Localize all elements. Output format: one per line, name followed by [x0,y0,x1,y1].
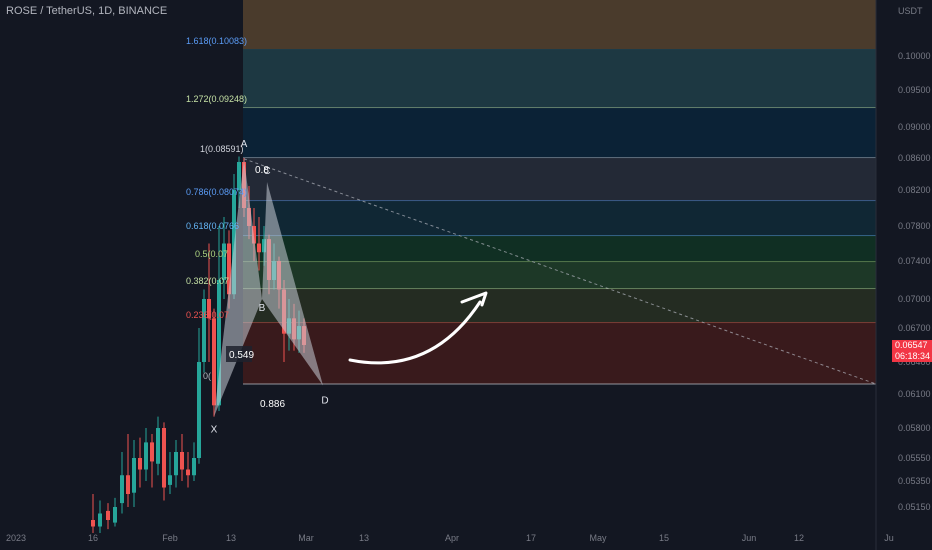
candle-body [212,318,216,406]
candle-body [202,299,206,362]
candle-body [192,458,196,476]
candle-body [113,507,117,523]
candle-body [98,513,102,527]
candle-body [162,428,166,488]
candle-body [106,510,110,520]
current-price-tag: 0.06547 06:18:34 [892,340,932,362]
candle-body [180,452,184,470]
candle-body [168,475,172,485]
bar-countdown: 06:18:34 [895,351,931,361]
ratio-xb: 0.549 [229,350,254,361]
fib-label: 1.618(0.10083) [186,36,247,46]
candle-body [174,452,178,476]
price-tick: 0.09000 [898,122,931,132]
fib-band [243,201,876,236]
fib-label: 0.382(0.07 [186,276,229,286]
fib-label: 0.786(0.08074) [186,187,247,197]
time-tick: 17 [526,533,536,543]
price-chart[interactable]: XABCD0.80.5490.886 1.618(0.10083)1.272(0… [0,0,932,550]
time-tick: 15 [659,533,669,543]
price-axis-bg [876,0,932,550]
price-tick: 0.08600 [898,153,931,163]
candle-body [257,243,261,253]
fib-band [243,323,876,384]
pattern-point-b: B [259,303,266,314]
price-tick: 0.10000 [898,51,931,61]
current-price: 0.06547 [895,340,928,350]
candle-body [156,428,160,464]
time-tick: 12 [794,533,804,543]
candle-body [138,458,142,470]
candle-body [197,362,201,458]
price-tick: 0.06100 [898,389,931,399]
time-tick: 13 [226,533,236,543]
symbol-title: ROSE / TetherUS, 1D, BINANCE [6,5,168,17]
pattern-point-x: X [211,425,218,436]
fib-label: 1(0.08591) [200,144,244,154]
pattern-point-d: D [321,395,328,406]
fib-label: 1.272(0.09248) [186,94,247,104]
candle-body [186,469,190,476]
time-tick: May [589,533,607,543]
time-tick: Feb [162,533,178,543]
candle-body [150,442,154,462]
axis-unit: USDT [898,6,923,16]
candle-body [126,475,130,494]
candle-body [132,458,136,493]
price-tick: 0.06700 [898,323,931,333]
fib-band [243,289,876,323]
price-tick: 0.09500 [898,85,931,95]
price-tick: 0.05350 [898,476,931,486]
fib-band [243,236,876,262]
price-tick: 0.05550 [898,453,931,463]
fib-label: 0( [203,371,211,381]
fib-retracement[interactable] [243,0,876,385]
candle-body [120,475,124,504]
time-tick: Jun [742,533,757,543]
price-tick: 0.08200 [898,185,931,195]
fib-band [243,108,876,158]
time-tick: 13 [359,533,369,543]
time-tick: 16 [88,533,98,543]
time-tick: 2023 [6,533,26,543]
price-axis[interactable]: 0.10000 0.09500 0.09000 0.08600 0.08200 0.078… [875,0,932,550]
fib-band-top [243,0,876,49]
fib-label: 0.618(0.0766 [186,221,239,231]
ratio-xd: 0.886 [260,399,285,410]
price-tick: 0.07000 [898,294,931,304]
price-tick: 0.05150 [898,502,931,512]
fib-band [243,158,876,201]
fib-band [243,262,876,289]
fib-label: 0.236(0.07 [186,310,229,320]
time-tick: Ju [884,533,894,543]
price-tick: 0.07800 [898,221,931,231]
fib-band [243,49,876,108]
time-tick: Apr [445,533,459,543]
candle-body [237,162,241,190]
candle-body [144,442,148,470]
price-tick: 0.07400 [898,256,931,266]
price-tick: 0.05800 [898,423,931,433]
ratio-ab: 0.8 [255,165,269,176]
time-tick: Mar [298,533,314,543]
candle-body [91,520,95,527]
fib-label: 0.5(0.07 [195,249,228,259]
